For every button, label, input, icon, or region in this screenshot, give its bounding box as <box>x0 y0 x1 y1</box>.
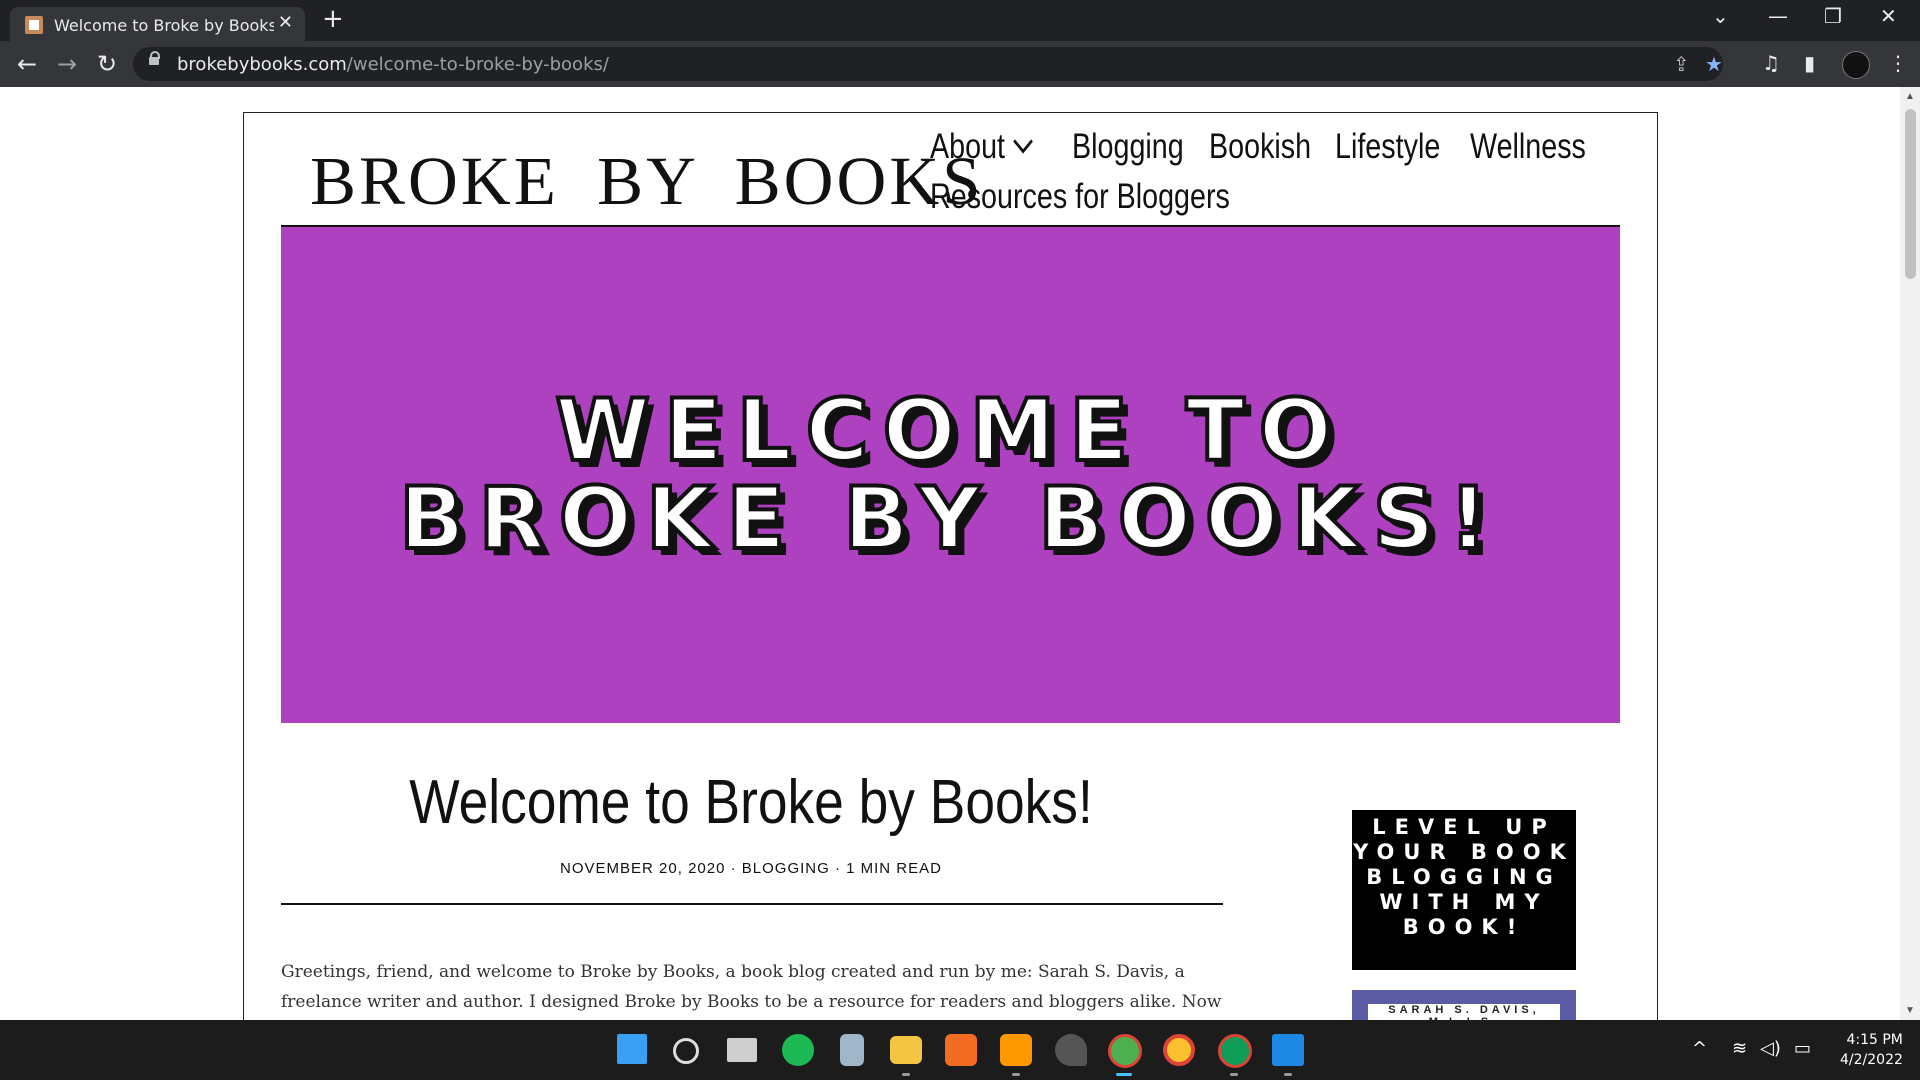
menu-item-resources[interactable]: Resources for Bloggers <box>930 177 1230 217</box>
task-view-icon[interactable] <box>727 1038 757 1062</box>
scroll-thumb[interactable] <box>1905 109 1916 279</box>
menu-item-lifestyle[interactable]: Lifestyle <box>1335 127 1440 167</box>
clock-time: 4:15 PM <box>1846 1032 1903 1048</box>
running-indicator <box>1012 1073 1020 1076</box>
taskbar: ^ ≋ ◁) ▭ 4:15 PM 4/2/2022 <box>0 1020 1920 1080</box>
share-icon[interactable]: ⇪ <box>1673 52 1690 76</box>
sidebar-ad-text: LEVEL UP YOUR BOOK BLOGGING WITH MY BOOK… <box>1353 815 1575 939</box>
running-indicator <box>1230 1073 1238 1076</box>
url-path: /welcome-to-broke-by-books/ <box>346 54 609 75</box>
menu-item-bookish[interactable]: Bookish <box>1209 127 1311 167</box>
tray-chevron-icon[interactable]: ^ <box>1692 1038 1707 1059</box>
bookmark-star-icon[interactable]: ★ <box>1705 52 1723 76</box>
minimize-button[interactable]: — <box>1768 4 1788 28</box>
menu-item-wellness[interactable]: Wellness <box>1470 127 1586 167</box>
post-divider <box>281 903 1223 905</box>
start-menu-icon[interactable] <box>617 1034 647 1064</box>
close-tab-icon[interactable]: ✕ <box>278 13 293 33</box>
page-scrollbar[interactable]: ▲ ▼ <box>1900 87 1920 1020</box>
spotify-icon[interactable] <box>782 1034 814 1066</box>
menu-item-blogging[interactable]: Blogging <box>1072 127 1184 167</box>
chrome-profile-icon[interactable] <box>1108 1034 1142 1068</box>
hero-line-2: BROKE BY BOOKS! <box>397 469 1502 569</box>
sublime-text-icon[interactable] <box>1000 1034 1032 1066</box>
site-logo[interactable]: BROKE BY BOOKS <box>310 142 984 221</box>
scroll-down-arrow-icon[interactable]: ▼ <box>1905 1005 1915 1016</box>
search-icon[interactable] <box>673 1038 699 1064</box>
battery-icon[interactable]: ▭ <box>1794 1038 1811 1059</box>
menu-item-about[interactable]: About <box>930 127 1034 167</box>
xampp-icon[interactable] <box>945 1034 977 1066</box>
volume-icon[interactable]: ◁) <box>1760 1038 1781 1059</box>
system-clock[interactable]: 4:15 PM 4/2/2022 <box>1840 1030 1903 1070</box>
menu-about-label: About <box>930 127 1006 166</box>
browser-toolbar: ← → ↻ brokebybooks.com/welcome-to-broke-… <box>0 41 1920 87</box>
profile-avatar[interactable] <box>1842 51 1870 79</box>
media-control-icon[interactable]: ♫ <box>1762 51 1780 75</box>
bird-app-icon[interactable] <box>1055 1034 1087 1066</box>
tab-strip: Welcome to Broke by Books! - Br ✕ + ⌄ — … <box>0 0 1920 41</box>
file-explorer-icon[interactable] <box>890 1036 922 1064</box>
active-indicator <box>1116 1073 1132 1076</box>
hero-banner: WELCOME TO BROKE BY BOOKS! <box>281 227 1620 723</box>
tab-title: Welcome to Broke by Books! - Br <box>54 16 274 35</box>
hero-line-1: WELCOME TO <box>553 381 1346 481</box>
clock-date: 4/2/2022 <box>1840 1052 1903 1068</box>
recycle-bin-icon[interactable] <box>840 1034 864 1066</box>
tab-search-icon[interactable]: ⌄ <box>1712 4 1729 28</box>
chrome-icon[interactable] <box>1163 1034 1195 1066</box>
forward-button[interactable]: → <box>52 49 82 79</box>
post-body: Greetings, friend, and welcome to Broke … <box>281 962 1222 1012</box>
running-indicator <box>1284 1073 1292 1076</box>
scroll-up-arrow-icon[interactable]: ▲ <box>1905 91 1915 102</box>
reload-button[interactable]: ↻ <box>92 49 122 79</box>
post-title: Welcome to Broke by Books! <box>409 768 1093 837</box>
hero-headline: WELCOME TO BROKE BY BOOKS! <box>281 381 1620 569</box>
back-button[interactable]: ← <box>12 49 42 79</box>
close-window-button[interactable]: ✕ <box>1880 4 1897 28</box>
address-bar[interactable]: brokebybooks.com/welcome-to-broke-by-boo… <box>133 47 1723 81</box>
running-indicator <box>902 1073 910 1076</box>
chevron-down-icon <box>1013 129 1034 154</box>
more-menu-icon[interactable]: ⋮ <box>1888 51 1908 75</box>
site-favicon-icon <box>25 16 43 34</box>
new-tab-button[interactable]: + <box>322 4 344 34</box>
restore-button[interactable]: ❐ <box>1824 4 1842 28</box>
post-meta: NOVEMBER 20, 2020 · BLOGGING · 1 MIN REA… <box>560 860 942 877</box>
chrome-user-icon[interactable] <box>1218 1034 1252 1068</box>
url-text[interactable]: brokebybooks.com/welcome-to-broke-by-boo… <box>177 54 609 75</box>
page-viewport: BROKE BY BOOKS About Blogging Bookish Li… <box>0 87 1920 1020</box>
url-domain: brokebybooks.com <box>177 54 347 75</box>
photos-icon[interactable] <box>1272 1034 1304 1066</box>
side-panel-icon[interactable]: ▮ <box>1804 51 1815 75</box>
sidebar-book-ad[interactable]: LEVEL UP YOUR BOOK BLOGGING WITH MY BOOK… <box>1352 810 1576 970</box>
sidebar-book-cover[interactable]: SARAH S. DAVIS, M.L.I.S. <box>1352 990 1576 1020</box>
browser-tab[interactable]: Welcome to Broke by Books! - Br ✕ <box>10 7 305 41</box>
lock-icon[interactable] <box>149 51 160 65</box>
book-cover-author: SARAH S. DAVIS, M.L.I.S. <box>1368 1004 1560 1020</box>
wifi-icon[interactable]: ≋ <box>1732 1038 1747 1059</box>
